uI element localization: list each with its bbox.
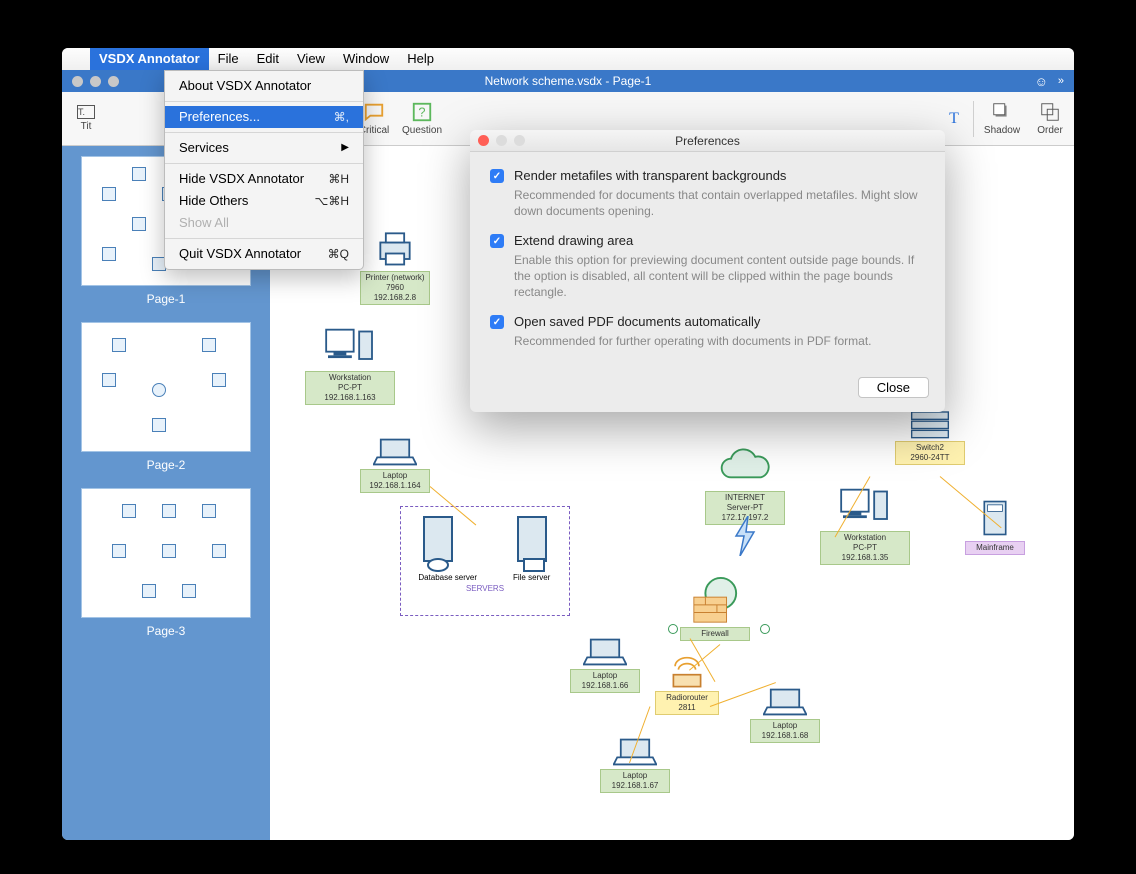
services-item[interactable]: Services▶ (165, 137, 363, 159)
workstation-icon (320, 326, 380, 370)
switch-node[interactable]: Switch22960-24TT (895, 406, 965, 465)
firewall-node[interactable]: Firewall (680, 576, 750, 641)
laptop-icon (583, 636, 627, 668)
page-label-2: Page-2 (62, 458, 270, 472)
order-button[interactable]: Order (1026, 94, 1074, 144)
laptop-icon (373, 436, 417, 468)
page-label-3: Page-3 (62, 624, 270, 638)
pref-open-pdf[interactable]: Open saved PDF documents automatically R… (490, 314, 925, 349)
file-server-icon (512, 513, 552, 573)
internet-node[interactable]: INTERNETServer-PT172.17.197.2 (705, 446, 785, 525)
app-menu[interactable]: VSDX Annotator (90, 48, 209, 70)
workstation-icon (835, 486, 895, 530)
checkbox-checked-icon[interactable] (490, 234, 504, 248)
show-all-item: Show All (165, 212, 363, 234)
checkbox-checked-icon[interactable] (490, 169, 504, 183)
firewall-icon (690, 576, 740, 626)
quit-item[interactable]: Quit VSDX Annotator⌘Q (165, 243, 363, 265)
checkbox-checked-icon[interactable] (490, 315, 504, 329)
pref-extend-drawing[interactable]: Extend drawing area Enable this option f… (490, 233, 925, 300)
pref-render-metafiles[interactable]: Render metafiles with transparent backgr… (490, 168, 925, 219)
text-tool-button[interactable]: T. Tit (62, 94, 110, 144)
question-button[interactable]: ? Question (398, 94, 446, 144)
workstation2-node[interactable]: WorkstationPC-PT192.168.1.35 (820, 486, 910, 565)
workstation1-node[interactable]: WorkstationPC-PT192.168.1.163 (305, 326, 395, 405)
hide-others-item[interactable]: Hide Others⌥⌘H (165, 190, 363, 212)
lightning-icon (730, 516, 760, 556)
mac-menubar: VSDX Annotator File Edit View Window Hel… (62, 48, 1074, 70)
laptop2-node[interactable]: Laptop192.168.1.66 (570, 636, 640, 693)
page-label-1: Page-1 (62, 292, 270, 306)
page-thumbnail-3[interactable] (81, 488, 251, 618)
shadow-icon (991, 101, 1013, 123)
help-menu[interactable]: Help (398, 48, 443, 70)
window-menu[interactable]: Window (334, 48, 398, 70)
smiley-icon[interactable]: ☺ (1035, 74, 1048, 89)
laptop1-node[interactable]: Laptop192.168.1.164 (360, 436, 430, 493)
preferences-dialog: Preferences Render metafiles with transp… (470, 130, 945, 412)
preferences-item[interactable]: Preferences...⌘, (165, 106, 363, 128)
speech-bubble-icon (363, 101, 385, 123)
laptop-icon (613, 736, 657, 768)
cloud-icon (717, 446, 773, 490)
printer-node[interactable]: Printer (network)7960192.168.2.8 (360, 226, 430, 305)
page-thumbnail-2[interactable] (81, 322, 251, 452)
laptop-icon (763, 686, 807, 718)
submenu-arrow-icon: ▶ (341, 139, 349, 157)
app-menu-dropdown: About VSDX Annotator Preferences...⌘, Se… (164, 70, 364, 270)
svg-text:?: ? (418, 105, 425, 120)
about-item[interactable]: About VSDX Annotator (165, 75, 363, 97)
dialog-titlebar: Preferences (470, 130, 945, 152)
shadow-button[interactable]: Shadow (978, 94, 1026, 144)
servers-group[interactable]: Database server File server SERVERS (400, 506, 570, 616)
text-icon: T (949, 110, 959, 128)
file-menu[interactable]: File (209, 48, 248, 70)
expand-icon[interactable]: » (1058, 75, 1064, 87)
hide-app-item[interactable]: Hide VSDX Annotator⌘H (165, 168, 363, 190)
laptop4-node[interactable]: Laptop192.168.1.68 (750, 686, 820, 743)
edit-menu[interactable]: Edit (248, 48, 288, 70)
database-server-icon (418, 513, 458, 573)
view-menu[interactable]: View (288, 48, 334, 70)
printer-icon (373, 226, 417, 270)
dialog-title: Preferences (470, 134, 945, 148)
question-icon: ? (411, 101, 433, 123)
mainframe-icon (981, 496, 1009, 540)
order-icon (1039, 101, 1061, 123)
close-button[interactable]: Close (858, 377, 929, 398)
